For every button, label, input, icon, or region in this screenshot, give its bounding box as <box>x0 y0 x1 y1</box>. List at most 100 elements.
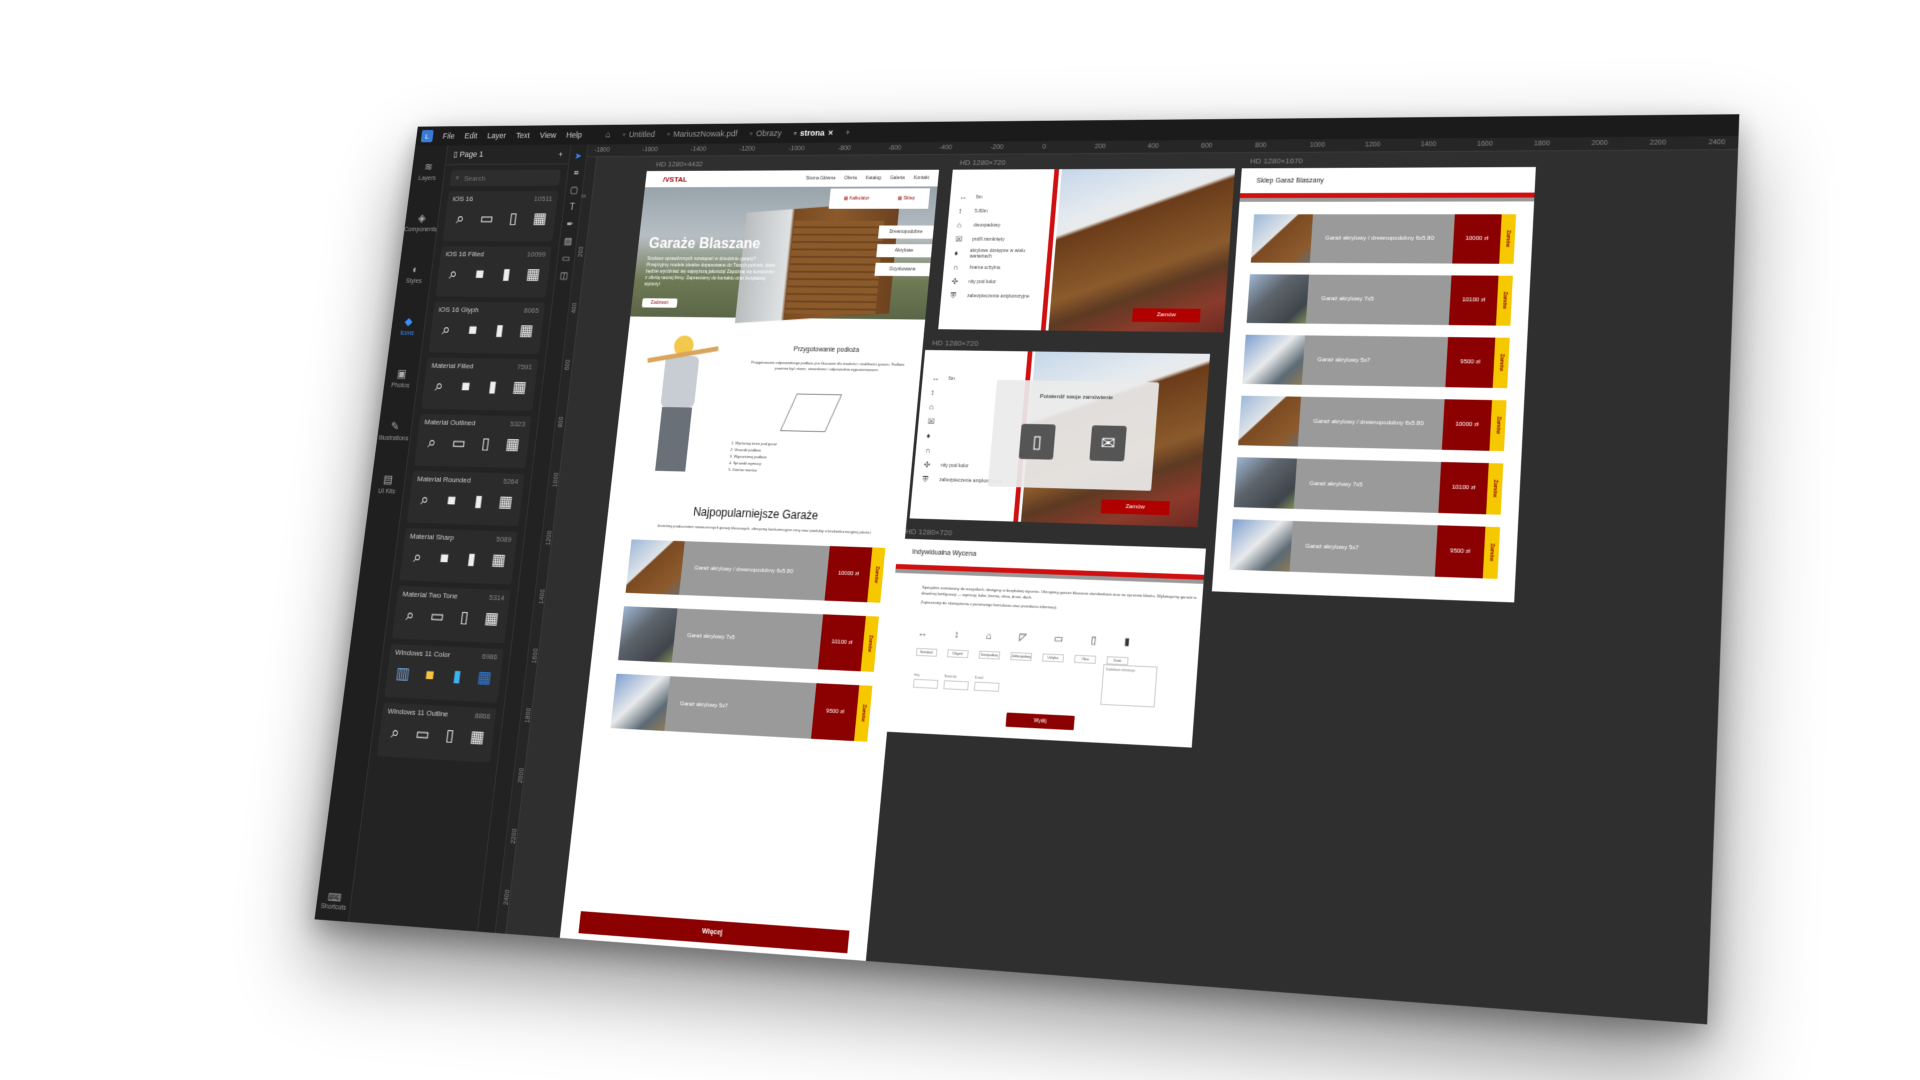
surname-field[interactable] <box>943 680 969 690</box>
document-icon[interactable]: ▯ <box>474 435 497 454</box>
menu-view[interactable]: View <box>539 131 556 140</box>
product-row[interactable]: Garaż akrylowy 5x7 9500 zł Zamów <box>1242 335 1509 388</box>
document-icon[interactable]: ▮ <box>460 550 483 569</box>
phone-icon[interactable]: ▯ <box>1019 424 1056 460</box>
tag-width[interactable]: Szerokość <box>916 648 938 657</box>
folder-icon[interactable]: ■ <box>418 665 441 685</box>
iconset-card[interactable]: iOS 16 Filled 10099 ⌕ ■ ▮ ▦ <box>435 246 551 297</box>
calendar-icon[interactable]: ▦ <box>501 435 524 454</box>
pill-galvanized[interactable]: Ocynkowane <box>874 263 930 276</box>
iconset-card[interactable]: Material Outlined 5323 ⌕ ▭ ▯ ▦ <box>414 414 531 468</box>
product-row[interactable]: Garaż akrylowy 5x7 9500 zł Zamów <box>1229 519 1500 579</box>
comment-tool-icon[interactable]: ▭ <box>561 254 570 264</box>
call-button[interactable]: Zadzwoń <box>642 298 678 308</box>
folder-icon[interactable]: ▭ <box>411 724 434 744</box>
tag-gable[interactable]: Dwuspadowy <box>979 651 1001 660</box>
door-icon[interactable]: ▮ <box>1124 637 1130 648</box>
calendar-icon[interactable]: ▦ <box>529 210 551 228</box>
document-icon[interactable]: ▮ <box>495 265 517 283</box>
calendar-icon[interactable]: ▦ <box>515 322 538 340</box>
rectangle-tool-icon[interactable]: ▢ <box>569 186 578 196</box>
send-button[interactable]: Wyślij <box>1006 713 1075 731</box>
iconset-card[interactable]: Material Sharp 5089 ⌕ ■ ▮ ▦ <box>399 528 517 584</box>
tag-length[interactable]: Długość <box>947 649 969 658</box>
artboard-label-detail2[interactable]: HD 1280×720 <box>932 339 979 348</box>
app-logo-icon[interactable]: L <box>421 130 434 142</box>
artboard-quote[interactable]: Indywidualna Wycena Specjalnie zamówiony… <box>880 539 1205 748</box>
order-tag-button[interactable]: Zamów <box>1486 463 1503 515</box>
shop-link[interactable]: ▦ Sklep <box>898 196 915 202</box>
image-tool-icon[interactable]: ▨ <box>563 237 572 247</box>
tab-strona[interactable]: ▫ strona × <box>793 128 833 137</box>
email-field[interactable] <box>974 682 1000 692</box>
tab-obrazy[interactable]: ▫ Obrazy <box>749 129 782 138</box>
binoculars-icon[interactable]: ⌕ <box>435 321 457 339</box>
tilt-door-icon[interactable]: ▭ <box>1054 634 1064 645</box>
product-row[interactable]: Garaż akrylowy 7x5 10100 zł Zamów <box>618 606 879 672</box>
menu-text[interactable]: Text <box>516 131 531 140</box>
calendar-icon[interactable]: ▦ <box>508 378 531 397</box>
page-selector[interactable]: ▯ Page 1 + <box>446 145 571 165</box>
iconset-card[interactable]: Material Two Tone 5314 ⌕ ▭ ▯ ▦ <box>392 586 511 644</box>
menu-edit[interactable]: Edit <box>464 131 478 140</box>
home-icon[interactable]: ⌂ <box>605 130 611 140</box>
artboard-detail-modal[interactable]: ↔ 6m ↕ ⌂ ☒ ♦ ∩ ✣ nity pod kolor ⛨ zabezpieczenie a… <box>910 350 1210 527</box>
shortcuts-button[interactable]: ⌨ Shortcuts <box>316 890 353 912</box>
folder-icon[interactable]: ▭ <box>476 210 498 228</box>
new-tab-icon[interactable]: + <box>845 128 851 137</box>
binoculars-icon[interactable]: ⌕ <box>421 433 444 452</box>
binoculars-icon[interactable]: ⌕ <box>442 265 464 283</box>
order-tag-button[interactable]: Zamów <box>1496 276 1513 326</box>
folder-icon[interactable]: ■ <box>433 549 456 568</box>
tag-window[interactable]: Okno <box>1074 655 1096 664</box>
select-tool-icon[interactable]: ➤ <box>574 152 582 162</box>
product-row[interactable]: Garaż akrylowy 7x5 10100 zł Zamów <box>1234 457 1504 515</box>
calendar-icon[interactable]: ▦ <box>480 609 503 629</box>
artboard-label-quote[interactable]: HD 1280×720 <box>905 527 952 537</box>
artboard-label-detail[interactable]: HD 1280×720 <box>959 158 1005 167</box>
product-row[interactable]: Garaż akrylowy 5x7 9500 zł Zamów <box>610 674 872 742</box>
tab-untitled[interactable]: ▫ Untitled <box>622 130 655 139</box>
iconset-card[interactable]: iOS 16 10511 ⌕ ▭ ▯ ▦ <box>443 191 559 241</box>
iconset-card[interactable]: iOS 16 Glyph 8065 ⌕ ■ ▮ ▦ <box>428 302 545 354</box>
folder-icon[interactable]: ■ <box>440 491 463 510</box>
length-icon[interactable]: ↕ <box>954 630 960 641</box>
product-row[interactable]: Garaż akrylowy 7x5 10100 zł Zamów <box>1247 274 1513 325</box>
shed-roof-icon[interactable]: ◸ <box>1019 632 1027 643</box>
pen-tool-icon[interactable]: ✒ <box>566 220 574 230</box>
iconset-card[interactable]: Windows 11 Color 6986 ▥ ■ ▮ ▦ <box>384 644 503 703</box>
folder-icon[interactable]: ■ <box>469 265 491 283</box>
extra-info-textarea[interactable]: Dodatkowe informacje <box>1100 664 1157 707</box>
product-row[interactable]: Garaż akrylowy / drewnopodobny 6x5.80 100… <box>1251 214 1516 264</box>
name-field[interactable] <box>913 679 938 689</box>
binoculars-icon[interactable]: ⌕ <box>428 377 450 396</box>
menu-file[interactable]: File <box>442 132 455 141</box>
menu-layer[interactable]: Layer <box>487 131 507 140</box>
tag-tilt[interactable]: Uchylna <box>1042 653 1064 662</box>
calculator-link[interactable]: ▦ Kalkulator <box>844 196 870 202</box>
binoculars-icon[interactable]: ⌕ <box>399 606 422 626</box>
artboard-detail[interactable]: ↔ 6m ↕ 5.80m ⌂ dwuspadowy ☒ profil zamknięty ♦ ak… <box>938 168 1235 332</box>
document-icon[interactable]: ▮ <box>488 321 511 339</box>
canvas[interactable]: HD 1280×4432 /VSTAL Strona Główna Oferta… <box>506 150 1738 1024</box>
nav-contact[interactable]: Kontakt <box>913 175 929 181</box>
nav-gallery[interactable]: Galeria <box>890 175 905 181</box>
artboard-label-main[interactable]: HD 1280×4432 <box>656 160 704 168</box>
artboard-shop[interactable]: Sklep Garaż Blaszany Garaż akrylowy / dr… <box>1212 167 1536 602</box>
nav-offer[interactable]: Oferta <box>844 176 857 182</box>
frame-tool-icon[interactable]: ⌗ <box>573 169 579 179</box>
binoculars-icon[interactable]: ⌕ <box>449 210 471 228</box>
iconset-card[interactable]: Material Filled 7591 ⌕ ■ ▮ ▦ <box>421 358 538 411</box>
calendar-icon[interactable]: ▦ <box>473 668 496 688</box>
binoculars-icon[interactable]: ▥ <box>391 664 414 684</box>
artboard-main[interactable]: /VSTAL Strona Główna Oferta Katalog Gale… <box>560 170 940 963</box>
more-button[interactable]: Więcej <box>578 911 849 953</box>
search-input[interactable]: ⌕ Search <box>450 170 561 186</box>
calendar-icon[interactable]: ▦ <box>494 493 517 512</box>
window-icon[interactable]: ▯ <box>1091 635 1097 646</box>
folder-icon[interactable]: ■ <box>455 377 478 396</box>
document-icon[interactable]: ▯ <box>502 210 524 228</box>
nav-home[interactable]: Strona Główna <box>806 176 836 182</box>
binoculars-icon[interactable]: ⌕ <box>384 723 407 743</box>
gable-roof-icon[interactable]: ⌂ <box>986 631 993 642</box>
